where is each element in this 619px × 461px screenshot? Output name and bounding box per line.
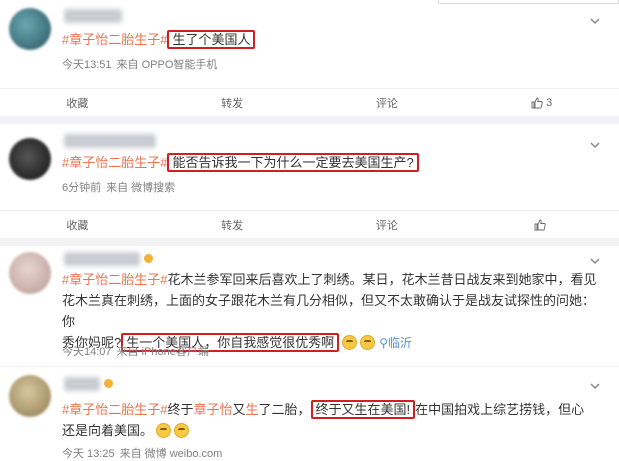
avatar[interactable] <box>9 138 51 180</box>
post-3: #章子怡二胎生子#花木兰参军回来后喜欢上了刺绣。某日，花木兰昔日战友来到她家中，… <box>0 246 619 366</box>
thumbs-up-icon <box>534 219 546 230</box>
hashtag-link[interactable]: #章子怡二胎生子# <box>62 155 167 170</box>
body-line-2: 还是向着美国。 <box>62 423 154 438</box>
avatar[interactable] <box>9 8 51 50</box>
highlight-box: 生了个美国人 <box>167 30 256 49</box>
post-body: #章子怡二胎生子#花木兰参军回来后喜欢上了刺绣。某日，花木兰昔日战友来到她家中，… <box>62 269 607 354</box>
body-line-2: 花木兰真在刺绣，上面的女子跟花木兰有几分相似，但又不太敢确认于是战友试探性的问她… <box>62 293 596 329</box>
emoji-icon <box>156 423 172 438</box>
timestamp[interactable]: 今天13:51 <box>62 59 112 71</box>
hashtag-link[interactable]: #章子怡二胎生子# <box>62 272 167 287</box>
avatar[interactable] <box>9 252 51 294</box>
like-count: 3 <box>546 96 553 109</box>
hashtag-link[interactable]: #章子怡二胎生子# <box>62 32 167 47</box>
timestamp[interactable]: 今天14:07 <box>62 346 112 358</box>
vip-badge-icon <box>144 254 153 263</box>
username-blurred[interactable] <box>64 9 122 23</box>
post-meta: 今天 13:25 来自 微博 weibo.com <box>62 445 227 461</box>
post-2: #章子怡二胎生子# 能否告诉我一下为什么一定要去美国生产? 6分钟前 来自 微博搜索 <box>0 124 619 210</box>
timestamp[interactable]: 6分钟前 <box>62 182 101 194</box>
body-line-1: 花木兰参军回来后喜欢上了刺绣。某日，花木兰昔日战友来到她家中，看见 <box>167 272 597 287</box>
chevron-down-icon[interactable] <box>589 379 601 391</box>
thumbs-up-icon <box>531 97 543 108</box>
post-body: #章子怡二胎生子# 能否告诉我一下为什么一定要去美国生产? <box>62 152 607 173</box>
emoji-icon <box>360 335 376 350</box>
repost-button[interactable]: 转发 <box>155 89 310 116</box>
comment-button[interactable]: 评论 <box>310 211 465 238</box>
source: 来自 OPPO智能手机 <box>116 59 218 71</box>
chevron-down-icon[interactable] <box>589 14 601 26</box>
like-button[interactable]: 3 <box>464 89 619 116</box>
post-1: #章子怡二胎生子# 生了个美国人 今天13:51 来自 OPPO智能手机 <box>0 0 619 88</box>
action-bar: 收藏 转发 评论 3 <box>0 88 619 124</box>
post-body: #章子怡二胎生子#终于章子怡又生了二胎， 终于又生在美国! 在中国拍戏上综艺捞钱，但… <box>62 400 585 438</box>
hashtag-link[interactable]: #章子怡二胎生子# <box>62 402 167 417</box>
like-button[interactable] <box>464 211 619 238</box>
source: 来自 微博搜索 <box>106 182 176 194</box>
username-blurred[interactable] <box>64 134 156 148</box>
repost-button[interactable]: 转发 <box>155 211 310 238</box>
username-blurred[interactable] <box>64 252 140 266</box>
action-bar: 收藏 转发 评论 <box>0 210 619 246</box>
emoji-icon <box>174 423 190 438</box>
post-4: #章子怡二胎生子#终于章子怡又生了二胎， 终于又生在美国! 在中国拍戏上综艺捞钱，但… <box>0 366 619 461</box>
highlight-box: 终于又生在美国! <box>310 400 416 419</box>
avatar[interactable] <box>9 375 51 417</box>
post-meta: 今天14:07 来自 iPhone客户端 <box>62 343 214 359</box>
post-body: #章子怡二胎生子# 生了个美国人 <box>62 29 607 50</box>
timestamp[interactable]: 今天 13:25 <box>62 448 115 460</box>
username-blurred[interactable] <box>64 377 100 391</box>
post-meta: 今天13:51 来自 OPPO智能手机 <box>62 56 222 72</box>
vip-badge-icon <box>104 379 113 388</box>
comment-button[interactable]: 评论 <box>310 89 465 116</box>
highlight-box: 能否告诉我一下为什么一定要去美国生产? <box>167 153 419 172</box>
favorite-button[interactable]: 收藏 <box>0 89 155 116</box>
emoji-icon <box>342 335 358 350</box>
chevron-down-icon[interactable] <box>589 138 601 150</box>
location-link[interactable]: ⚲临沂 <box>379 336 412 350</box>
favorite-button[interactable]: 收藏 <box>0 211 155 238</box>
source: 来自 iPhone客户端 <box>116 346 209 358</box>
post-meta: 6分钟前 来自 微博搜索 <box>62 179 180 195</box>
chevron-down-icon[interactable] <box>589 254 601 266</box>
source: 来自 微博 weibo.com <box>119 448 223 460</box>
